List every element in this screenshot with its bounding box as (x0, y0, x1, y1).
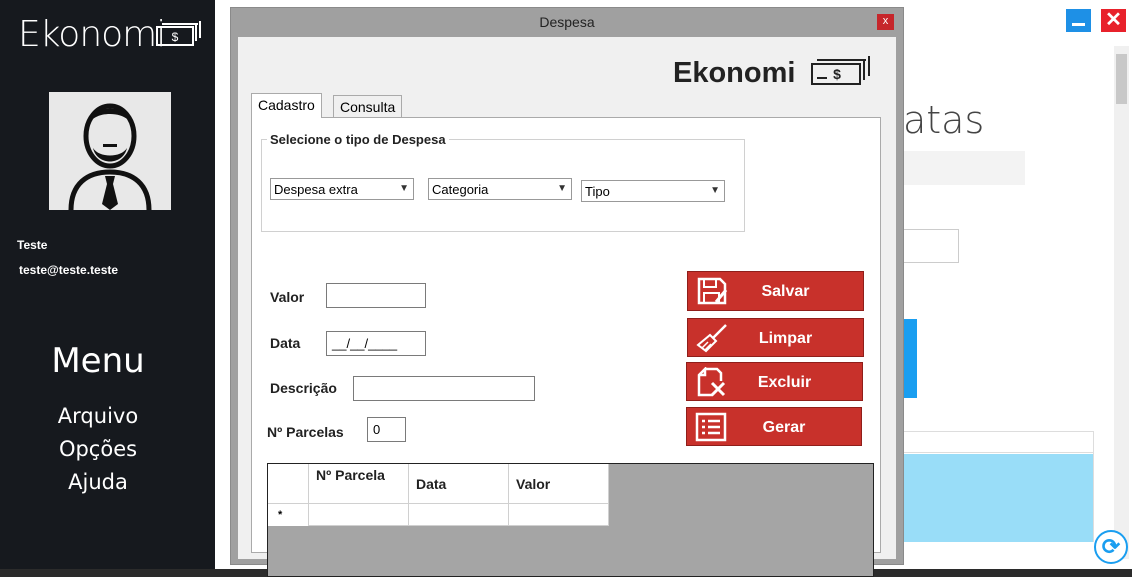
background-table (903, 431, 1094, 542)
background-input[interactable] (903, 229, 959, 263)
background-heading: atas (903, 98, 985, 142)
limpar-button[interactable]: Limpar (687, 318, 864, 357)
descricao-label: Descrição (270, 380, 337, 396)
tipo-despesa-value: Despesa extra (274, 182, 358, 197)
menu-item-opcoes[interactable]: Opções (0, 437, 196, 461)
chevron-down-icon: ▼ (710, 185, 720, 196)
chevron-down-icon: ▼ (557, 183, 567, 194)
dialog-close-button[interactable]: x (877, 14, 894, 30)
dialog-body: Ekonomi $ Cadastro Consulta Selecione o … (238, 37, 896, 577)
descricao-input[interactable] (353, 376, 535, 401)
avatar (49, 92, 171, 211)
menu-title: Menu (51, 341, 145, 381)
scrollbar-thumb[interactable] (1116, 54, 1127, 104)
background-table-body (904, 454, 1093, 542)
data-input[interactable]: __/__/____ (326, 331, 426, 356)
menu-item-ajuda[interactable]: Ajuda (0, 470, 196, 494)
grid-cell-valor[interactable] (509, 504, 609, 526)
svg-text:$: $ (833, 66, 841, 82)
categoria-dropdown[interactable]: Categoria ▼ (428, 178, 572, 200)
gerar-label: Gerar (762, 419, 806, 436)
refresh-icon[interactable]: ⟳ (1094, 530, 1128, 564)
valor-input[interactable] (326, 283, 426, 308)
sidebar: Ekonomi $ Teste teste@teste.teste Menu A… (0, 0, 215, 569)
data-label: Data (270, 335, 301, 351)
grid-cell-parcela[interactable] (309, 504, 409, 526)
salvar-label: Salvar (761, 283, 810, 300)
dialog-logo: Ekonomi (673, 57, 796, 89)
background-button[interactable] (903, 319, 917, 398)
user-name: Teste (17, 238, 48, 252)
background-table-header (904, 432, 1093, 453)
valor-label: Valor (270, 289, 305, 305)
close-window-button[interactable]: ✕ (1101, 9, 1126, 32)
vertical-scrollbar[interactable] (1114, 46, 1129, 559)
grid-corner (268, 464, 309, 504)
dialog-titlebar[interactable]: Despesa x (231, 8, 903, 36)
tipo-despesa-dropdown[interactable]: Despesa extra ▼ (270, 178, 414, 200)
categoria-value: Categoria (432, 182, 489, 197)
dialog-title: Despesa (539, 14, 595, 30)
svg-text:$: $ (172, 30, 179, 44)
grid-new-row-marker: * (268, 504, 309, 526)
gerar-button[interactable]: Gerar (686, 407, 862, 446)
money-icon: $ (811, 56, 870, 85)
excluir-label: Excluir (757, 374, 812, 391)
tipo-dropdown[interactable]: Tipo ▼ (581, 180, 725, 202)
parcelas-input[interactable]: 0 (367, 417, 406, 442)
despesa-dialog: Despesa x Ekonomi $ Cadastro Consulta Se… (230, 7, 904, 577)
grid-cell-data[interactable] (409, 504, 509, 526)
grid-header-parcela[interactable]: Nº Parcela (309, 464, 409, 504)
groupbox-title: Selecione o tipo de Despesa (267, 132, 449, 147)
tab-panel-cadastro: Selecione o tipo de Despesa Despesa extr… (251, 117, 881, 577)
user-email: teste@teste.teste (19, 263, 119, 277)
grid-header-valor[interactable]: Valor (509, 464, 609, 504)
money-icon: $ (156, 21, 201, 46)
salvar-button[interactable]: Salvar (687, 271, 864, 311)
tab-cadastro[interactable]: Cadastro (251, 93, 322, 118)
parcelas-label: Nº Parcelas (267, 424, 344, 440)
limpar-label: Limpar (758, 330, 813, 347)
parcelas-grid[interactable]: Nº Parcela Data Valor * (267, 463, 874, 577)
grid-header-data[interactable]: Data (409, 464, 509, 504)
menu-item-arquivo[interactable]: Arquivo (0, 404, 196, 428)
user-avatar-icon (68, 103, 152, 211)
minimize-button[interactable] (1066, 9, 1091, 32)
excluir-button[interactable]: Excluir (686, 362, 863, 401)
tab-consulta[interactable]: Consulta (333, 95, 403, 118)
tipo-value: Tipo (585, 184, 610, 199)
tipo-despesa-groupbox: Selecione o tipo de Despesa Despesa extr… (261, 132, 745, 232)
chevron-down-icon: ▼ (399, 183, 409, 194)
background-field (903, 151, 1025, 185)
sidebar-logo: Ekonomi (18, 14, 166, 55)
